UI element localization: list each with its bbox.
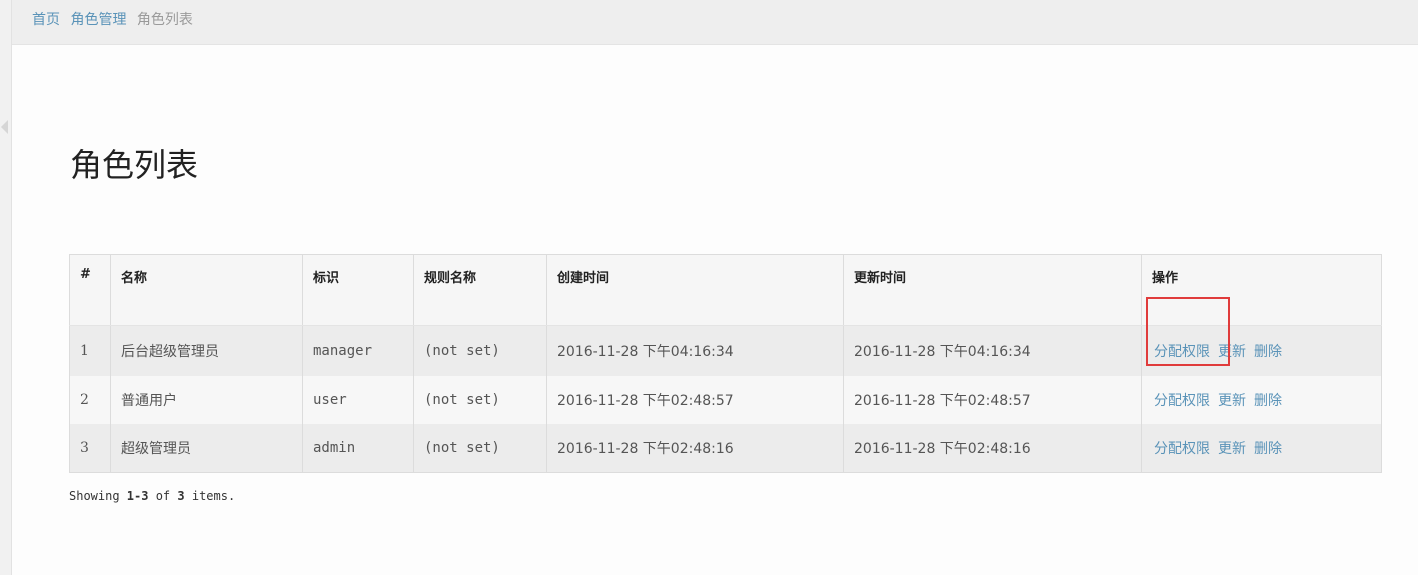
delete-link[interactable]: 删除 <box>1254 393 1282 409</box>
update-link[interactable]: 更新 <box>1218 344 1246 360</box>
delete-link[interactable]: 删除 <box>1254 441 1282 457</box>
cell-key: manager <box>302 325 414 376</box>
cell-rule: (not set) <box>413 325 547 376</box>
cell-index: 3 <box>69 424 111 473</box>
cell-name: 后台超级管理员 <box>110 325 303 376</box>
cell-key: user <box>302 376 414 424</box>
column-header-actions: 操作 <box>1141 254 1382 326</box>
column-header-index[interactable]: # <box>69 254 111 326</box>
column-header-created[interactable]: 创建时间 <box>546 254 844 326</box>
column-header-rule[interactable]: 规则名称 <box>413 254 547 326</box>
summary-total: 3 <box>177 489 185 503</box>
breadcrumb-role-management[interactable]: 角色管理 <box>70 12 126 28</box>
sidebar-edge <box>0 0 12 575</box>
cell-created: 2016-11-28 下午02:48:16 <box>546 424 844 473</box>
cell-actions: 分配权限 更新 删除 <box>1141 376 1382 424</box>
summary-suffix: items. <box>184 489 236 503</box>
cell-index: 2 <box>69 376 111 424</box>
update-link[interactable]: 更新 <box>1218 441 1246 457</box>
cell-rule: (not set) <box>413 376 547 424</box>
cell-created: 2016-11-28 下午04:16:34 <box>546 325 844 376</box>
roles-table: # 名称 标识 规则名称 创建时间 更新时间 操作 1 后台超级管理员 mana… <box>69 254 1382 473</box>
column-header-name[interactable]: 名称 <box>110 254 303 326</box>
column-header-updated[interactable]: 更新时间 <box>843 254 1142 326</box>
delete-link[interactable]: 删除 <box>1254 344 1282 360</box>
cell-key: admin <box>302 424 414 473</box>
cell-updated: 2016-11-28 下午02:48:16 <box>843 424 1142 473</box>
breadcrumb-home[interactable]: 首页 <box>32 12 60 28</box>
cell-created: 2016-11-28 下午02:48:57 <box>546 376 844 424</box>
pagination-summary: Showing 1-3 of 3 items. <box>69 489 235 503</box>
column-header-key[interactable]: 标识 <box>302 254 414 326</box>
page-title: 角色列表 <box>70 146 199 184</box>
assign-permissions-link[interactable]: 分配权限 <box>1154 344 1210 360</box>
summary-of: of <box>148 489 178 503</box>
cell-index: 1 <box>69 325 111 376</box>
assign-permissions-link[interactable]: 分配权限 <box>1154 441 1210 457</box>
cell-updated: 2016-11-28 下午02:48:57 <box>843 376 1142 424</box>
cell-updated: 2016-11-28 下午04:16:34 <box>843 325 1142 376</box>
table-row: 3 超级管理员 admin (not set) 2016-11-28 下午02:… <box>69 424 1382 473</box>
update-link[interactable]: 更新 <box>1218 393 1246 409</box>
summary-range: 1-3 <box>126 489 149 503</box>
chevron-left-icon[interactable] <box>1 120 8 134</box>
cell-actions: 分配权限 更新 删除 <box>1141 325 1382 376</box>
breadcrumb-current: 角色列表 <box>136 12 193 28</box>
cell-rule: (not set) <box>413 424 547 473</box>
cell-name: 超级管理员 <box>110 424 303 473</box>
table-row: 2 普通用户 user (not set) 2016-11-28 下午02:48… <box>69 376 1382 424</box>
table-header-row: # 名称 标识 规则名称 创建时间 更新时间 操作 <box>69 254 1382 326</box>
breadcrumb: 首页 角色管理 角色列表 <box>12 0 1418 45</box>
table-row: 1 后台超级管理员 manager (not set) 2016-11-28 下… <box>69 325 1382 376</box>
cell-name: 普通用户 <box>110 376 303 424</box>
cell-actions: 分配权限 更新 删除 <box>1141 424 1382 473</box>
summary-prefix: Showing <box>69 489 127 503</box>
assign-permissions-link[interactable]: 分配权限 <box>1154 393 1210 409</box>
